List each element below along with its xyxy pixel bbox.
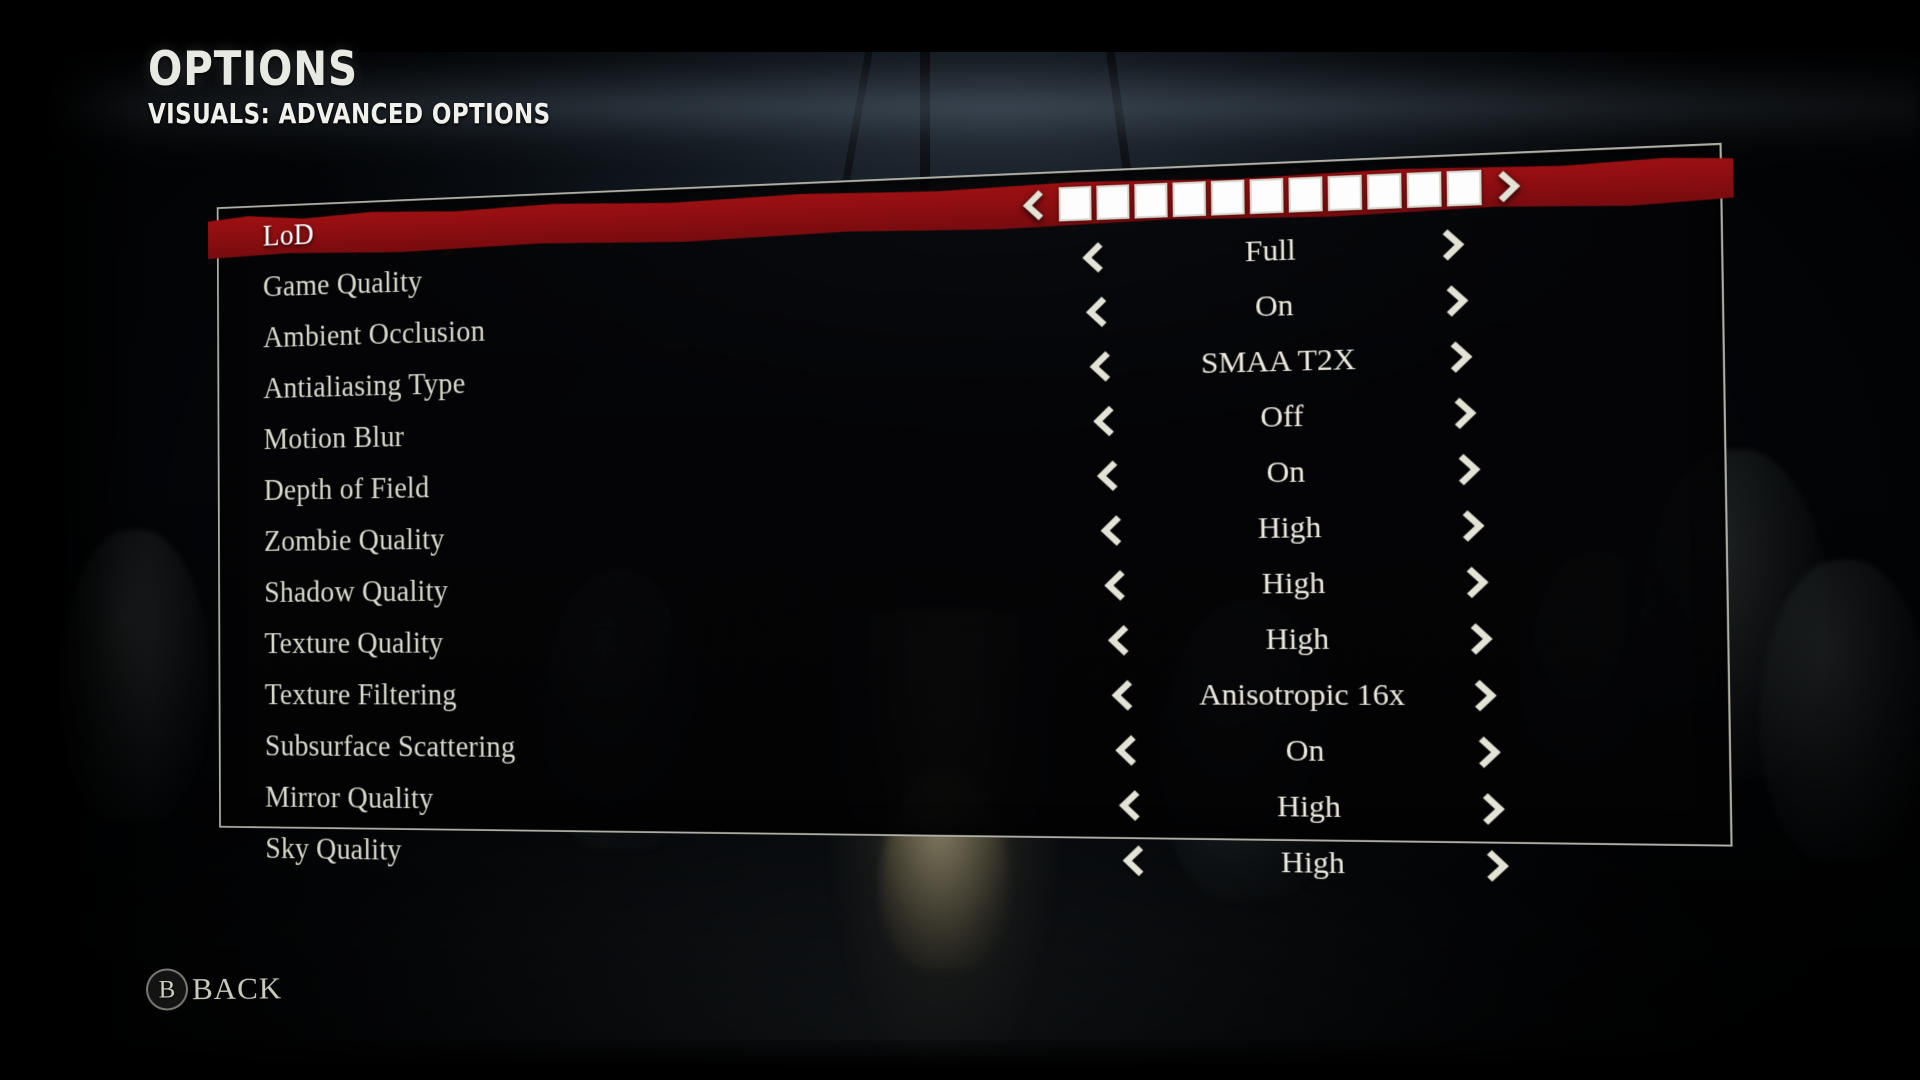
b-button-icon: B (145, 968, 189, 1011)
option-control: High (960, 502, 1638, 554)
chevron-left-icon[interactable] (1096, 513, 1123, 548)
option-control: SMAA T2X (949, 330, 1625, 391)
option-label: Subsurface Scattering (264, 728, 516, 764)
slider-segment (1172, 181, 1207, 218)
options-panel: LoD Game Quality Full Ambient Occlusion On An… (217, 142, 1733, 882)
option-label: LoD (262, 217, 314, 253)
option-value: On (1254, 288, 1294, 324)
option-control: Anisotropic 16x (971, 673, 1651, 718)
option-row[interactable]: Texture Quality High (218, 609, 1730, 669)
option-value: High (1257, 510, 1322, 546)
option-control: On (974, 728, 1655, 775)
option-label: Game Quality (262, 264, 423, 304)
option-value: High (1265, 621, 1330, 657)
option-label: Antialiasing Type (263, 366, 466, 405)
option-value: On (1285, 733, 1325, 768)
chevron-right-icon[interactable] (1461, 508, 1490, 544)
chevron-left-icon[interactable] (1107, 678, 1134, 713)
options-list: LoD Game Quality Full Ambient Occlusion On An… (217, 143, 1733, 882)
option-label: Motion Blur (263, 419, 405, 456)
option-control: On (956, 444, 1633, 499)
chevron-left-icon[interactable] (1103, 623, 1130, 658)
option-value: SMAA T2X (1200, 342, 1357, 381)
option-control: On (946, 274, 1621, 338)
chevron-right-icon[interactable] (1453, 395, 1482, 431)
chevron-left-icon[interactable] (1114, 788, 1141, 823)
option-value: Anisotropic 16x (1198, 677, 1406, 713)
option-control: Off (953, 387, 1630, 445)
slider-segment (1406, 171, 1442, 209)
slider-segment (1446, 169, 1482, 207)
chevron-right-icon[interactable] (1485, 848, 1514, 884)
option-label: Zombie Quality (263, 521, 445, 558)
slider-segment (1366, 173, 1402, 210)
option-value: High (1276, 789, 1342, 825)
chevron-right-icon[interactable] (1465, 564, 1494, 600)
back-button-label: BACK (191, 970, 283, 1007)
slider-segment (1058, 185, 1092, 222)
option-control: High (981, 837, 1663, 890)
selected-row-highlight (208, 151, 1734, 262)
option-label: Depth of Field (263, 470, 430, 507)
slider-segment (1134, 182, 1168, 219)
chevron-right-icon[interactable] (1477, 734, 1506, 770)
page-subtitle: VISUALS: ADVANCED OPTIONS (148, 97, 551, 130)
option-row[interactable]: LoD (217, 149, 1723, 263)
option-control: High (964, 559, 1643, 608)
option-value: High (1280, 845, 1346, 881)
slider-segment (1327, 174, 1363, 212)
option-label: Mirror Quality (265, 779, 434, 816)
chevron-right-icon[interactable] (1449, 339, 1478, 375)
option-value: Off (1259, 399, 1304, 435)
chevron-left-icon[interactable] (1092, 458, 1119, 493)
chevron-left-icon[interactable] (1081, 294, 1108, 329)
option-control: High (967, 616, 1646, 662)
option-control (939, 160, 1613, 230)
chevron-right-icon[interactable] (1473, 678, 1502, 714)
back-button[interactable]: B BACK (145, 967, 283, 1011)
option-value: On (1266, 454, 1306, 490)
chevron-left-icon[interactable] (1118, 843, 1145, 878)
page-header: OPTIONS VISUALS: ADVANCED OPTIONS (148, 46, 639, 129)
chevron-left-icon[interactable] (1018, 188, 1045, 223)
slider-segment (1096, 184, 1130, 221)
option-control: Full (942, 217, 1617, 284)
chevron-left-icon[interactable] (1099, 568, 1126, 603)
option-row[interactable]: Texture Filtering Anisotropic 16x (219, 667, 1731, 725)
option-label: Texture Quality (264, 625, 444, 660)
chevron-right-icon[interactable] (1481, 791, 1510, 827)
chevron-right-icon[interactable] (1497, 168, 1526, 205)
chevron-left-icon[interactable] (1088, 404, 1115, 439)
lod-slider[interactable] (1058, 169, 1482, 222)
option-label: Texture Filtering (264, 677, 457, 712)
chevron-right-icon[interactable] (1445, 283, 1474, 319)
options-panel-stage: LoD Game Quality Full Ambient Occlusion On An… (0, 0, 1920, 1080)
slider-segment (1288, 176, 1323, 213)
option-label: Ambient Occlusion (263, 313, 486, 354)
chevron-left-icon[interactable] (1085, 349, 1112, 384)
chevron-right-icon[interactable] (1469, 621, 1498, 657)
chevron-left-icon[interactable] (1110, 733, 1137, 768)
option-value: High (1261, 566, 1326, 601)
slider-segment (1249, 177, 1284, 215)
chevron-right-icon[interactable] (1441, 226, 1470, 262)
option-label: Sky Quality (265, 831, 402, 867)
slider-segment (1210, 179, 1245, 216)
chevron-left-icon[interactable] (1078, 240, 1105, 275)
option-row[interactable]: Sky Quality High (219, 822, 1733, 898)
option-value: Full (1244, 232, 1297, 269)
option-label: Shadow Quality (264, 573, 449, 609)
page-title: OPTIONS (148, 42, 358, 97)
option-control: High (978, 783, 1659, 833)
chevron-right-icon[interactable] (1457, 451, 1486, 487)
